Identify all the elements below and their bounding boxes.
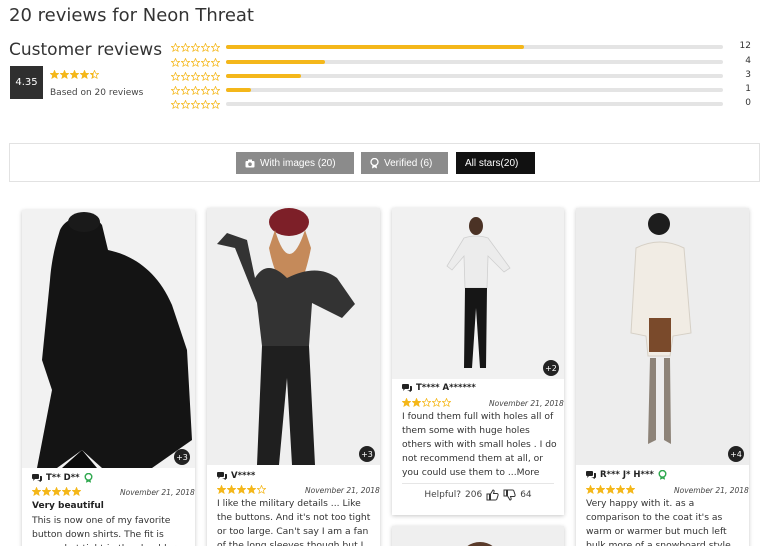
partial-photo-image <box>392 526 564 546</box>
stars-2-icon <box>171 85 221 95</box>
rating-bar-2 <box>226 88 723 92</box>
more-images-badge[interactable]: +4 <box>728 446 744 462</box>
review-photo[interactable] <box>392 526 564 546</box>
rating-bar-1 <box>226 102 723 106</box>
based-on-count: Based on 20 reviews <box>50 88 144 98</box>
review-stars <box>32 487 81 496</box>
review-author-name: V**** <box>231 471 256 481</box>
average-stars <box>50 70 99 79</box>
review-body: I like the military details ... Like the… <box>217 498 371 546</box>
review-card[interactable]: +3 V**** November 21, 2018 I like the mi… <box>207 208 380 546</box>
review-author: T** D** <box>32 473 93 483</box>
stars-4-icon <box>171 57 221 67</box>
rating-row-5[interactable]: 12 <box>171 41 751 53</box>
review-card[interactable] <box>392 526 564 546</box>
review-photo[interactable]: +3 <box>22 210 195 468</box>
comment-icon <box>217 472 227 480</box>
thumbs-up-icon[interactable] <box>486 489 499 501</box>
review-card[interactable]: +2 T**** A****** November 21, 2018 I fou… <box>392 208 564 515</box>
review-stars <box>217 485 266 494</box>
review-author: V**** <box>217 471 255 481</box>
review-title: Very beautiful <box>32 501 104 511</box>
flared-pants-photo-image <box>392 208 564 379</box>
rating-bar-4 <box>226 60 723 64</box>
rating-count-3: 3 <box>745 70 751 80</box>
read-more-link[interactable]: ...More <box>508 467 540 478</box>
rating-bar-3 <box>226 74 723 78</box>
rating-row-4[interactable]: 4 <box>171 56 751 68</box>
more-images-badge[interactable]: +3 <box>174 449 190 465</box>
comment-icon <box>586 471 596 479</box>
average-rating-badge: 4.35 <box>10 66 43 99</box>
comment-icon <box>32 474 42 482</box>
review-photo[interactable]: +2 <box>392 208 564 379</box>
coat-photo-image <box>22 210 195 468</box>
summary-heading: Customer reviews <box>9 40 163 60</box>
camera-icon <box>245 159 255 167</box>
review-author-name: T**** A****** <box>416 383 476 393</box>
fur-coat-photo-image <box>576 208 749 465</box>
rating-count-5: 12 <box>739 41 751 51</box>
filter-verified-label: Verified (6) <box>384 157 433 169</box>
verified-badge-icon <box>370 157 379 168</box>
rating-count-4: 4 <box>745 56 751 66</box>
review-date: November 21, 2018 <box>489 399 564 408</box>
review-body: Very happy with it. as a comparison to t… <box>586 498 731 546</box>
stars-5-icon <box>171 42 221 52</box>
review-stars <box>586 485 635 494</box>
review-body: I found them full with holes all of them… <box>402 410 560 480</box>
review-author: T**** A****** <box>402 383 476 393</box>
review-author: R*** J* H*** <box>586 470 667 480</box>
more-images-badge[interactable]: +3 <box>359 446 375 462</box>
verified-badge-icon <box>658 470 667 480</box>
review-card[interactable]: +3 T** D** November 21, 2018 Very beauti… <box>22 210 195 546</box>
rating-count-1: 0 <box>745 98 751 108</box>
filter-all-stars-label: All stars(20) <box>465 157 519 169</box>
rating-bar-5 <box>226 45 723 49</box>
review-photo[interactable]: +3 <box>207 208 380 465</box>
page-title: 20 reviews for Neon Threat <box>9 5 254 26</box>
helpful-up-count: 206 <box>465 490 483 500</box>
rating-row-2[interactable]: 1 <box>171 84 751 96</box>
filter-all-stars-button[interactable]: All stars(20) <box>456 152 535 174</box>
filter-verified-button[interactable]: Verified (6) <box>361 152 448 174</box>
helpful-votes: Helpful? 206 64 <box>402 483 554 501</box>
review-author-name: T** D** <box>46 473 80 483</box>
stars-3-icon <box>171 71 221 81</box>
review-author-name: R*** J* H*** <box>600 470 654 480</box>
comment-icon <box>402 384 412 392</box>
review-date: November 21, 2018 <box>674 486 749 495</box>
helpful-label: Helpful? <box>424 490 462 500</box>
filter-with-images-label: With images (20) <box>260 157 336 169</box>
rating-row-1[interactable]: 0 <box>171 98 751 110</box>
review-card[interactable]: +4 R*** J* H*** November 21, 2018 Very h… <box>576 208 749 546</box>
filter-panel: With images (20) Verified (6) All stars(… <box>9 143 760 182</box>
review-date: November 21, 2018 <box>120 488 195 497</box>
more-images-badge[interactable]: +2 <box>543 360 559 376</box>
review-body: This is now one of my favorite button do… <box>32 515 181 546</box>
sweater-photo-image <box>207 208 380 465</box>
review-stars <box>402 398 451 407</box>
thumbs-down-icon[interactable] <box>503 489 516 501</box>
helpful-down-count: 64 <box>520 490 532 500</box>
rating-count-2: 1 <box>745 84 751 94</box>
rating-row-3[interactable]: 3 <box>171 70 751 82</box>
verified-badge-icon <box>84 473 93 483</box>
stars-1-icon <box>171 99 221 109</box>
review-photo[interactable]: +4 <box>576 208 749 465</box>
review-date: November 21, 2018 <box>305 486 380 495</box>
filter-with-images-button[interactable]: With images (20) <box>236 152 354 174</box>
